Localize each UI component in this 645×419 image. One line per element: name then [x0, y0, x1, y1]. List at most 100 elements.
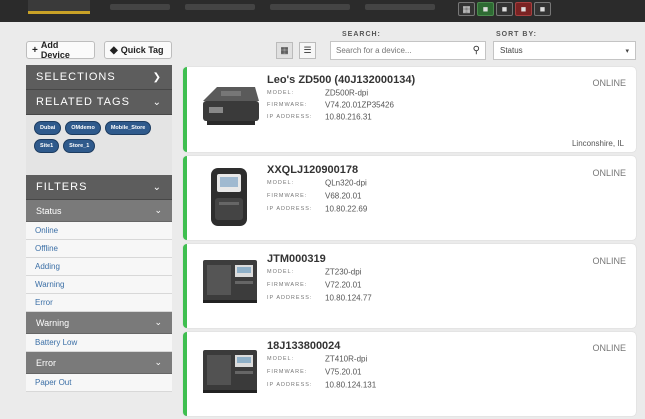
related-tags-title: RELATED TAGS — [36, 96, 130, 108]
model-label: MODEL: — [267, 179, 295, 186]
device-model: ZD500R-dpi — [325, 88, 369, 98]
filter-item-offline[interactable]: Offline — [26, 240, 172, 258]
chevron-right-icon: ❯ — [152, 71, 162, 83]
error-group-label: Error — [36, 357, 56, 368]
filter-item-paper-out[interactable]: Paper Out — [26, 374, 172, 392]
top-nav-blur — [185, 4, 255, 10]
filter-item-battery-low[interactable]: Battery Low — [26, 334, 172, 352]
quick-tag-label: Quick Tag — [120, 45, 164, 55]
ip-label: IP ADDRESS: — [267, 294, 313, 301]
add-device-label: Add Device — [40, 40, 70, 60]
error-filter-group[interactable]: Error ⌄ — [26, 352, 172, 374]
tag-chip[interactable]: Dubai — [34, 121, 62, 135]
tag-chip[interactable]: OMdemo — [65, 121, 101, 135]
sidebar: SELECTIONS ❯ RELATED TAGS ⌄ Dubai OMdemo… — [26, 65, 172, 419]
active-tab-indicator[interactable] — [28, 0, 90, 14]
device-ip: 10.80.22.69 — [325, 204, 368, 214]
warning-count-icon[interactable]: ■ — [496, 2, 513, 16]
device-model: ZT230-dpi — [325, 267, 362, 277]
tag-chip[interactable]: Store_1 — [63, 139, 96, 153]
warning-group-label: Warning — [36, 317, 70, 328]
top-nav-blur — [110, 4, 170, 10]
device-name[interactable]: Leo's ZD500 (40J132000134) — [267, 74, 415, 86]
chevron-down-icon: ⌄ — [154, 317, 162, 327]
selections-header[interactable]: SELECTIONS ❯ — [26, 65, 172, 90]
filter-item-error[interactable]: Error — [26, 294, 172, 312]
tag-chip[interactable]: Site1 — [34, 139, 60, 153]
firmware-label: FIRMWARE: — [267, 101, 308, 108]
filters-header[interactable]: FILTERS ⌄ — [26, 175, 172, 200]
status-badge: ONLINE — [592, 343, 626, 353]
tag-list: Dubai OMdemo Mobile_Store Site1 Store_1 — [26, 115, 172, 175]
search-label: SEARCH: — [342, 31, 381, 38]
related-tags-header[interactable]: RELATED TAGS ⌄ — [26, 90, 172, 115]
selections-title: SELECTIONS — [36, 71, 116, 83]
ip-label: IP ADDRESS: — [267, 113, 313, 120]
search-field[interactable]: ⚲ — [330, 41, 486, 60]
device-firmware: V72.20.01 — [325, 280, 362, 290]
device-name[interactable]: JTM000319 — [267, 253, 326, 265]
firmware-label: FIRMWARE: — [267, 192, 308, 199]
top-nav-blur — [365, 4, 435, 10]
device-ip: 10.80.216.31 — [325, 112, 372, 122]
top-bar: ▦ ■ ■ ■ ■ — [0, 0, 645, 22]
industrial-printer-icon — [203, 260, 257, 303]
device-ip: 10.80.124.77 — [325, 293, 372, 303]
filter-item-adding[interactable]: Adding — [26, 258, 172, 276]
mobile-printer-icon — [211, 168, 247, 226]
warning-filter-group[interactable]: Warning ⌄ — [26, 312, 172, 334]
grid-icon: ▦ — [280, 45, 289, 55]
status-filter-group[interactable]: Status ⌄ — [26, 200, 172, 222]
plus-icon: + — [32, 44, 38, 56]
ip-label: IP ADDRESS: — [267, 381, 313, 388]
list-icon: ☰ — [303, 45, 312, 55]
filters-title: FILTERS — [36, 181, 88, 193]
industrial-printer-icon — [203, 350, 257, 393]
sort-value: Status — [500, 46, 523, 55]
device-name[interactable]: 18J133800024 — [267, 340, 340, 352]
tag-icon: ◆ — [110, 44, 118, 56]
search-icon[interactable]: ⚲ — [473, 45, 480, 56]
device-firmware: V68.20.01 — [325, 191, 362, 201]
device-name[interactable]: XXQLJ120900178 — [267, 164, 358, 176]
chevron-down-icon: ⌄ — [152, 96, 162, 108]
status-badge: ONLINE — [592, 78, 626, 88]
filter-item-online[interactable]: Online — [26, 222, 172, 240]
list-view-toggle[interactable]: ☰ — [299, 42, 316, 59]
offline-count-icon[interactable]: ■ — [534, 2, 551, 16]
search-input[interactable] — [336, 46, 473, 55]
quick-tag-button[interactable]: ◆ Quick Tag — [104, 41, 172, 59]
chevron-down-icon: ⌄ — [154, 357, 162, 367]
model-label: MODEL: — [267, 355, 295, 362]
status-group-label: Status — [36, 205, 62, 216]
tag-chip[interactable]: Mobile_Store — [104, 121, 152, 135]
overview-icon[interactable]: ▦ — [458, 2, 475, 16]
device-model: ZT410R-dpi — [325, 354, 368, 364]
device-firmware: V74.20.01ZP35426 — [325, 100, 394, 110]
device-card[interactable]: JTM000319 MODEL: ZT230-dpi FIRMWARE: V72.2… — [183, 244, 636, 328]
device-firmware: V75.20.01 — [325, 367, 362, 377]
filter-item-warning[interactable]: Warning — [26, 276, 172, 294]
device-location: Linconshire, IL — [571, 139, 624, 148]
model-label: MODEL: — [267, 268, 295, 275]
desktop-printer-icon — [203, 87, 259, 125]
error-count-icon[interactable]: ■ — [515, 2, 532, 16]
device-model: QLn320-dpi — [325, 178, 367, 188]
firmware-label: FIRMWARE: — [267, 281, 308, 288]
chevron-down-icon: ⌄ — [152, 181, 162, 193]
device-card[interactable]: Leo's ZD500 (40J132000134) MODEL: ZD500R-… — [183, 67, 636, 152]
caret-down-icon: ▾ — [625, 47, 629, 55]
online-count-icon[interactable]: ■ — [477, 2, 494, 16]
device-card[interactable]: 18J133800024 MODEL: ZT410R-dpi FIRMWARE: V… — [183, 332, 636, 416]
grid-view-toggle[interactable]: ▦ — [276, 42, 293, 59]
add-device-button[interactable]: + Add Device — [26, 40, 95, 60]
chevron-down-icon: ⌄ — [154, 205, 162, 215]
device-ip: 10.80.124.131 — [325, 380, 377, 390]
device-card[interactable]: XXQLJ120900178 MODEL: QLn320-dpi FIRMWARE… — [183, 156, 636, 240]
status-badge: ONLINE — [592, 256, 626, 266]
sort-label: SORT BY: — [496, 31, 537, 38]
model-label: MODEL: — [267, 89, 295, 96]
sort-select[interactable]: Status ▾ — [493, 41, 636, 60]
ip-label: IP ADDRESS: — [267, 205, 313, 212]
firmware-label: FIRMWARE: — [267, 368, 308, 375]
